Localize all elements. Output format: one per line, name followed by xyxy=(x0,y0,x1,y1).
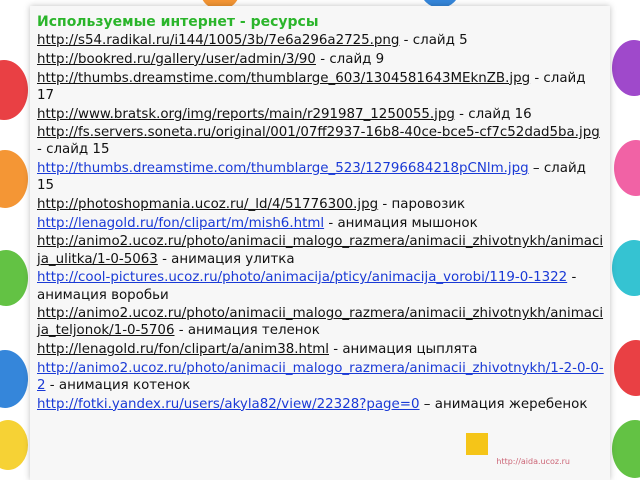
balloon-green-right xyxy=(612,420,640,478)
page-title: Используемые интернет - ресурсы xyxy=(37,14,319,30)
resource-description: - анимация котенок xyxy=(45,378,191,394)
resource-entry: http://thumbs.dreamstime.com/thumblarge_… xyxy=(37,160,605,194)
resource-description: - слайд 15 xyxy=(37,142,110,158)
resource-entry: http://fs.servers.soneta.ru/original/001… xyxy=(37,124,605,158)
watermark: http://aida.ucoz.ru xyxy=(496,457,570,466)
resource-description: – анимация жеребенок xyxy=(419,396,588,412)
resource-description: - слайд 16 xyxy=(454,106,532,122)
resource-link[interactable]: http://animo2.ucoz.ru/photo/animacii_mal… xyxy=(37,234,603,266)
resource-link[interactable]: http://lenagold.ru/fon/clipart/m/mish6.h… xyxy=(37,216,324,231)
resource-link[interactable]: http://photoshopmania.ucoz.ru/_ld/4/5177… xyxy=(37,197,378,212)
resource-link[interactable]: http://fs.servers.soneta.ru/original/001… xyxy=(37,125,600,140)
resource-description: - паровозик xyxy=(378,197,466,213)
resource-link[interactable]: http://animo2.ucoz.ru/photo/animacii_mal… xyxy=(37,306,603,338)
balloon-pink xyxy=(614,140,640,196)
resource-entry: http://bookred.ru/gallery/user/admin/3/9… xyxy=(37,51,605,68)
balloon-purple xyxy=(612,40,640,96)
balloon-green xyxy=(0,250,28,306)
balloon-red-right xyxy=(614,340,640,396)
resource-entry: http://s54.radikal.ru/i144/1005/3b/7e6a2… xyxy=(37,32,605,49)
resources-list: Используемые интернет - ресурсы http://s… xyxy=(37,14,605,414)
resource-entry: http://lenagold.ru/fon/clipart/a/anim38.… xyxy=(37,341,605,358)
highlight-marker xyxy=(466,433,488,455)
resource-description: - слайд 5 xyxy=(399,33,468,49)
resource-link[interactable]: http://bookred.ru/gallery/user/admin/3/9… xyxy=(37,52,316,67)
resource-entry: http://thumbs.dreamstime.com/thumblarge_… xyxy=(37,70,605,104)
resource-description: - анимация мышонок xyxy=(324,215,478,231)
resource-entry: http://fotki.yandex.ru/users/akyla82/vie… xyxy=(37,396,605,413)
resource-description: - слайд 9 xyxy=(315,51,385,67)
balloon-orange xyxy=(0,150,28,208)
resource-link[interactable]: http://www.bratsk.org/img/reports/main/r… xyxy=(37,107,455,122)
resource-entry: http://animo2.ucoz.ru/photo/animacii_mal… xyxy=(37,233,605,267)
resource-entry: http://animo2.ucoz.ru/photo/animacii_mal… xyxy=(37,360,605,394)
resource-entry: http://photoshopmania.ucoz.ru/_ld/4/5177… xyxy=(37,196,605,213)
resource-entry: http://lenagold.ru/fon/clipart/m/mish6.h… xyxy=(37,215,605,232)
resource-description: - анимация цыплята xyxy=(329,342,478,358)
resource-link[interactable]: http://fotki.yandex.ru/users/akyla82/vie… xyxy=(37,397,420,412)
resource-link[interactable]: http://cool-pictures.ucoz.ru/photo/anima… xyxy=(37,270,567,285)
entries-container: http://s54.radikal.ru/i144/1005/3b/7e6a2… xyxy=(37,32,605,413)
resource-link[interactable]: http://thumbs.dreamstime.com/thumblarge_… xyxy=(37,161,529,176)
resource-description: - анимация теленок xyxy=(174,323,320,339)
balloon-blue xyxy=(0,350,28,408)
resource-entry: http://www.bratsk.org/img/reports/main/r… xyxy=(37,106,605,123)
resource-link[interactable]: http://lenagold.ru/fon/clipart/a/anim38.… xyxy=(37,342,329,357)
resource-entry: http://cool-pictures.ucoz.ru/photo/anima… xyxy=(37,269,605,303)
resource-description: - анимация улитка xyxy=(157,251,295,267)
resource-link[interactable]: http://thumbs.dreamstime.com/thumblarge_… xyxy=(37,71,530,86)
resource-link[interactable]: http://s54.radikal.ru/i144/1005/3b/7e6a2… xyxy=(37,33,399,48)
resource-entry: http://animo2.ucoz.ru/photo/animacii_mal… xyxy=(37,305,605,339)
balloon-cyan xyxy=(612,240,640,296)
balloon-yellow xyxy=(0,420,28,470)
balloon-red xyxy=(0,60,28,120)
